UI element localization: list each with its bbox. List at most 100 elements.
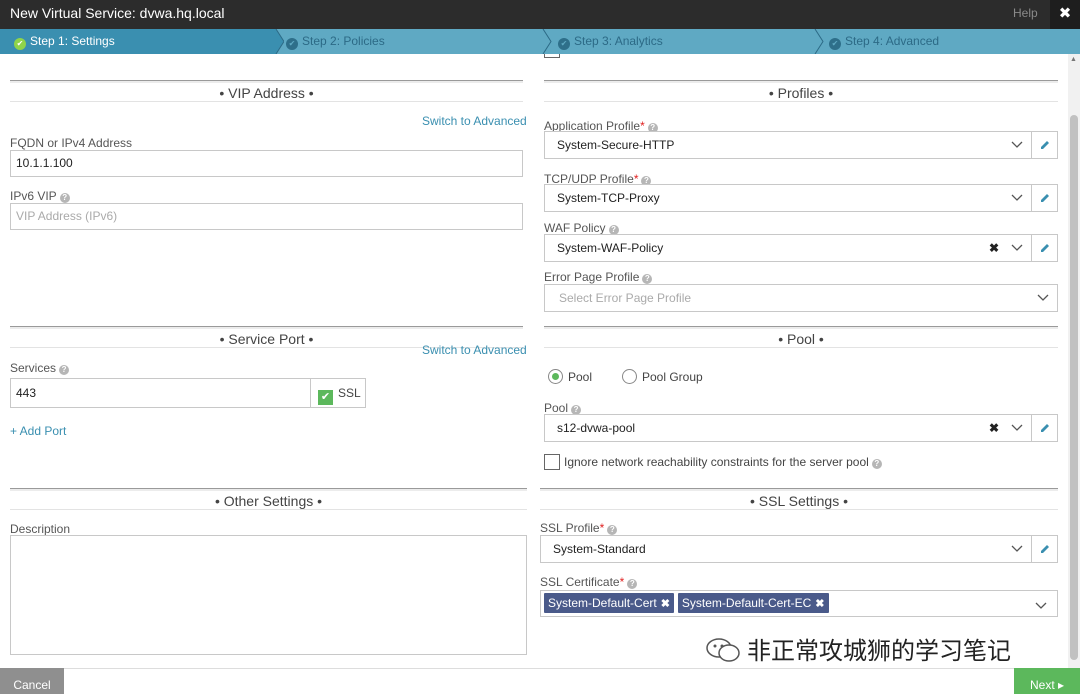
step-separator	[540, 29, 554, 54]
step-advanced[interactable]: ✔ Step 4: Advanced	[829, 29, 939, 54]
error-page-label-text: Error Page Profile	[544, 270, 640, 284]
error-page-placeholder: Select Error Page Profile	[559, 291, 692, 305]
next-label: Next	[1030, 678, 1055, 692]
checkmark-icon: ✔	[318, 390, 333, 405]
ssl-cert-multiselect[interactable]: System-Default-Cert ✖ System-Default-Cert-…	[540, 590, 1058, 617]
pool-label-text: Pool	[544, 401, 569, 415]
pencil-icon	[1040, 244, 1049, 252]
description-label: Description	[10, 522, 71, 536]
watermark-text: 非正常攻城狮的学习笔记	[747, 638, 1011, 665]
pool-section-header: • Pool •	[544, 326, 1058, 348]
caret-right-icon: ▸	[1058, 678, 1065, 692]
title-bar: New Virtual Service: dvwa.hq.local Help …	[0, 0, 1080, 29]
radio-selected-icon	[548, 369, 563, 384]
ipv6-label: IPv6 VIP?	[10, 189, 70, 203]
scrollbar-thumb[interactable]	[1070, 115, 1078, 660]
step-label: Step 4: Advanced	[845, 34, 940, 48]
info-icon: ?	[59, 193, 70, 203]
scroll-up-icon[interactable]: ▲	[1070, 56, 1077, 63]
other-settings-section-header: • Other Settings •	[10, 488, 527, 510]
vip-switch-advanced-link[interactable]: Switch to Advanced	[422, 114, 527, 128]
ssl-cert-label-text: SSL Certificate	[540, 575, 620, 589]
step-label: Step 2: Policies	[302, 34, 385, 48]
app-profile-select[interactable]: System-Secure-HTTP	[544, 131, 1032, 159]
profiles-section-header: • Profiles •	[544, 80, 1058, 102]
services-label-text: Services	[10, 361, 57, 375]
step-settings[interactable]: ✔ Step 1: Settings	[0, 29, 276, 54]
error-page-select[interactable]: Select Error Page Profile	[544, 284, 1058, 312]
error-page-label: Error Page Profile?	[544, 270, 653, 284]
next-button[interactable]: Next ▸	[1014, 668, 1080, 694]
checkbox-box	[544, 454, 560, 470]
ipv6-input[interactable]: VIP Address (IPv6)	[10, 203, 523, 230]
info-icon: ?	[59, 365, 70, 375]
clipped-checkbox	[544, 54, 560, 58]
fqdn-input[interactable]: 10.1.1.100	[10, 150, 523, 177]
waf-edit-button[interactable]	[1031, 234, 1058, 262]
remove-icon[interactable]: ✖	[661, 598, 670, 610]
ssl-profile-edit-button[interactable]	[1031, 535, 1058, 563]
cancel-button[interactable]: Cancel	[0, 668, 64, 694]
pool-value: s12-dvwa-pool	[557, 421, 636, 435]
radio-pool-group[interactable]: Pool Group	[622, 369, 703, 385]
add-port-link[interactable]: + Add Port	[10, 424, 66, 438]
clear-icon[interactable]: ✖	[989, 235, 999, 261]
wechat-icon	[706, 638, 740, 662]
waf-label-text: WAF Policy	[544, 221, 606, 235]
wizard-steps: ✔ Step 1: Settings ✔ Step 2: Policies ✔ Ste…	[0, 29, 1080, 54]
chevron-down-icon	[1011, 235, 1023, 261]
radio-unselected-icon	[622, 369, 637, 384]
chevron-down-icon	[1035, 599, 1047, 613]
clear-icon[interactable]: ✖	[989, 415, 999, 441]
radio-pool[interactable]: Pool	[548, 369, 592, 385]
check-circle-icon: ✔	[286, 38, 298, 50]
cert-tag: System-Default-Cert ✖	[544, 593, 674, 613]
tcp-profile-select[interactable]: System-TCP-Proxy	[544, 184, 1032, 212]
pencil-icon	[1040, 194, 1049, 202]
step-label: Step 3: Analytics	[574, 34, 663, 48]
close-icon[interactable]: ✖	[1050, 0, 1080, 29]
info-icon: ?	[871, 459, 882, 469]
chevron-down-icon	[1011, 132, 1023, 158]
ssl-profile-label-text: SSL Profile	[540, 521, 600, 535]
chevron-down-icon	[1011, 415, 1023, 441]
services-label: Services?	[10, 361, 70, 375]
check-circle-icon: ✔	[558, 38, 570, 50]
tcp-profile-edit-button[interactable]	[1031, 184, 1058, 212]
waf-label: WAF Policy?	[544, 221, 619, 235]
pool-edit-button[interactable]	[1031, 414, 1058, 442]
check-circle-icon: ✔	[829, 38, 841, 50]
port-input[interactable]: 443	[10, 378, 311, 408]
chevron-down-icon	[1011, 185, 1023, 211]
remove-icon[interactable]: ✖	[815, 598, 824, 610]
description-textarea[interactable]	[10, 535, 527, 655]
step-label: Step 1: Settings	[30, 34, 115, 48]
radio-pool-label: Pool	[568, 370, 593, 384]
ssl-label: SSL	[338, 386, 361, 400]
pencil-icon	[1040, 141, 1049, 149]
step-separator	[812, 29, 826, 54]
ssl-checkbox[interactable]: ✔ SSL	[310, 378, 366, 408]
service-switch-advanced-link[interactable]: Switch to Advanced	[422, 343, 527, 357]
vip-section-header: • VIP Address •	[10, 80, 523, 102]
radio-pool-group-label: Pool Group	[642, 370, 703, 384]
pencil-icon	[1040, 545, 1049, 553]
ssl-settings-section-header: • SSL Settings •	[540, 488, 1058, 510]
step-policies[interactable]: ✔ Step 2: Policies	[286, 29, 385, 54]
pencil-icon	[1040, 424, 1049, 432]
info-icon: ?	[627, 579, 638, 589]
tcp-profile-value: System-TCP-Proxy	[557, 191, 660, 205]
ssl-profile-label: SSL Profile*?	[540, 521, 618, 535]
chevron-down-icon	[1037, 285, 1049, 311]
pool-select[interactable]: s12-dvwa-pool ✖	[544, 414, 1032, 442]
waf-select[interactable]: System-WAF-Policy ✖	[544, 234, 1032, 262]
step-separator	[270, 29, 284, 54]
app-profile-edit-button[interactable]	[1031, 131, 1058, 159]
info-icon: ?	[607, 525, 618, 535]
ignore-reachability-checkbox[interactable]: Ignore network reachability constraints …	[544, 454, 882, 470]
help-link[interactable]: Help	[1013, 6, 1038, 20]
cert-tag-label: System-Default-Cert	[548, 596, 657, 610]
fqdn-label: FQDN or IPv4 Address	[10, 136, 133, 150]
ssl-profile-select[interactable]: System-Standard	[540, 535, 1032, 563]
step-analytics[interactable]: ✔ Step 3: Analytics	[558, 29, 663, 54]
